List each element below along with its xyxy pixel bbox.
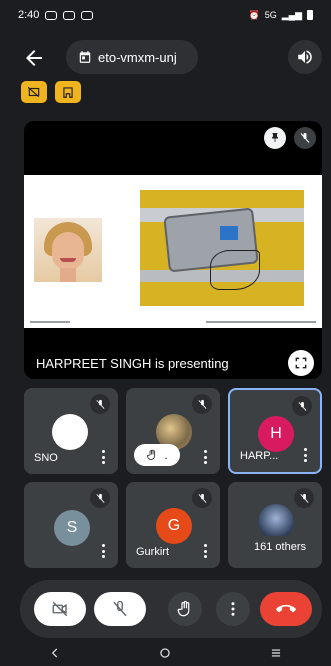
raised-hand-indicator: . <box>134 444 180 466</box>
mic-off-icon <box>113 600 127 617</box>
more-options-button[interactable] <box>216 592 250 626</box>
slide-footer <box>30 321 316 325</box>
nav-back-icon[interactable] <box>48 646 62 660</box>
portrait-image <box>34 218 102 282</box>
avatar: S <box>54 510 90 546</box>
robot-photo <box>140 190 304 306</box>
mic-off-icon <box>90 394 110 414</box>
host-controls-chip[interactable] <box>55 81 81 103</box>
more-options-icon[interactable] <box>102 450 106 464</box>
participant-tile[interactable]: SNO <box>24 388 118 474</box>
status-time: 2:40 <box>18 9 40 21</box>
avatar <box>52 414 88 450</box>
alarm-icon: ⏰ <box>248 9 260 20</box>
others-count[interactable]: 161 others <box>244 536 316 558</box>
participant-name: Gurkirt <box>136 546 169 558</box>
notification-icon <box>63 10 76 20</box>
avatar: G <box>156 508 192 544</box>
participant-tile-others[interactable]: 161 others <box>228 482 322 568</box>
mic-off-icon <box>292 396 312 416</box>
calendar-icon <box>79 51 91 63</box>
participant-name: SNO <box>34 452 58 464</box>
avatar <box>258 504 294 540</box>
participant-name: HARP... <box>240 450 279 462</box>
participant-tile[interactable]: . <box>126 388 220 474</box>
audio-output-button[interactable] <box>288 40 322 74</box>
notification-icon <box>45 10 58 20</box>
camera-toggle-button[interactable] <box>34 592 86 626</box>
pin-icon <box>272 133 278 142</box>
hand-label: . <box>164 448 168 462</box>
raise-hand-icon <box>147 449 156 460</box>
media-off-icon <box>27 86 40 98</box>
system-nav-bar <box>0 640 331 666</box>
meeting-code: eto-vmxm-unj <box>98 49 177 65</box>
mic-off-icon <box>294 488 314 508</box>
mic-off-icon <box>192 488 212 508</box>
mic-toggle-button[interactable] <box>94 592 146 626</box>
raise-hand-icon <box>177 600 190 617</box>
end-call-icon <box>276 604 296 613</box>
participant-tile[interactable]: S <box>24 482 118 568</box>
expand-icon <box>295 357 307 369</box>
mic-off-icon <box>90 488 110 508</box>
presentation-stage[interactable]: HARPREET SINGH is presenting <box>24 121 322 379</box>
speaker-icon <box>298 50 312 64</box>
call-controls <box>20 580 322 638</box>
presenting-label: HARPREET SINGH is presenting <box>36 356 229 371</box>
network-label: 5G <box>264 10 277 20</box>
stage-mute-indicator <box>294 127 316 149</box>
participant-tile-active[interactable]: H HARP... <box>228 388 322 474</box>
more-options-icon[interactable] <box>304 448 308 462</box>
battery-icon <box>307 10 313 20</box>
mic-off-icon <box>192 394 212 414</box>
notification-icon <box>81 10 94 20</box>
signal-icon: ▂▄▆ <box>281 9 302 20</box>
meeting-indicators <box>21 81 81 103</box>
raise-hand-button[interactable] <box>168 592 202 626</box>
meeting-info-button[interactable]: eto-vmxm-unj <box>66 40 198 74</box>
avatar: H <box>258 416 294 452</box>
no-recording-chip[interactable] <box>21 81 47 103</box>
nav-recents-icon[interactable] <box>269 646 283 660</box>
back-arrow-icon <box>26 50 42 66</box>
status-bar: 2:40 ⏰ 5G ▂▄▆ <box>0 0 331 30</box>
pin-button[interactable] <box>264 127 286 149</box>
participant-tile[interactable]: G Gurkirt <box>126 482 220 568</box>
mic-off-icon <box>300 133 310 143</box>
shared-slide <box>24 175 322 328</box>
end-call-button[interactable] <box>260 592 312 626</box>
more-options-icon[interactable] <box>204 544 208 558</box>
meeting-header: eto-vmxm-unj <box>0 38 331 78</box>
camera-off-icon <box>52 601 68 617</box>
nav-home-icon[interactable] <box>158 646 172 660</box>
back-button[interactable] <box>22 46 46 70</box>
more-options-icon <box>231 602 235 616</box>
fullscreen-button[interactable] <box>288 350 314 376</box>
building-icon <box>63 87 73 98</box>
more-options-icon[interactable] <box>102 544 106 558</box>
more-options-icon[interactable] <box>204 450 208 464</box>
